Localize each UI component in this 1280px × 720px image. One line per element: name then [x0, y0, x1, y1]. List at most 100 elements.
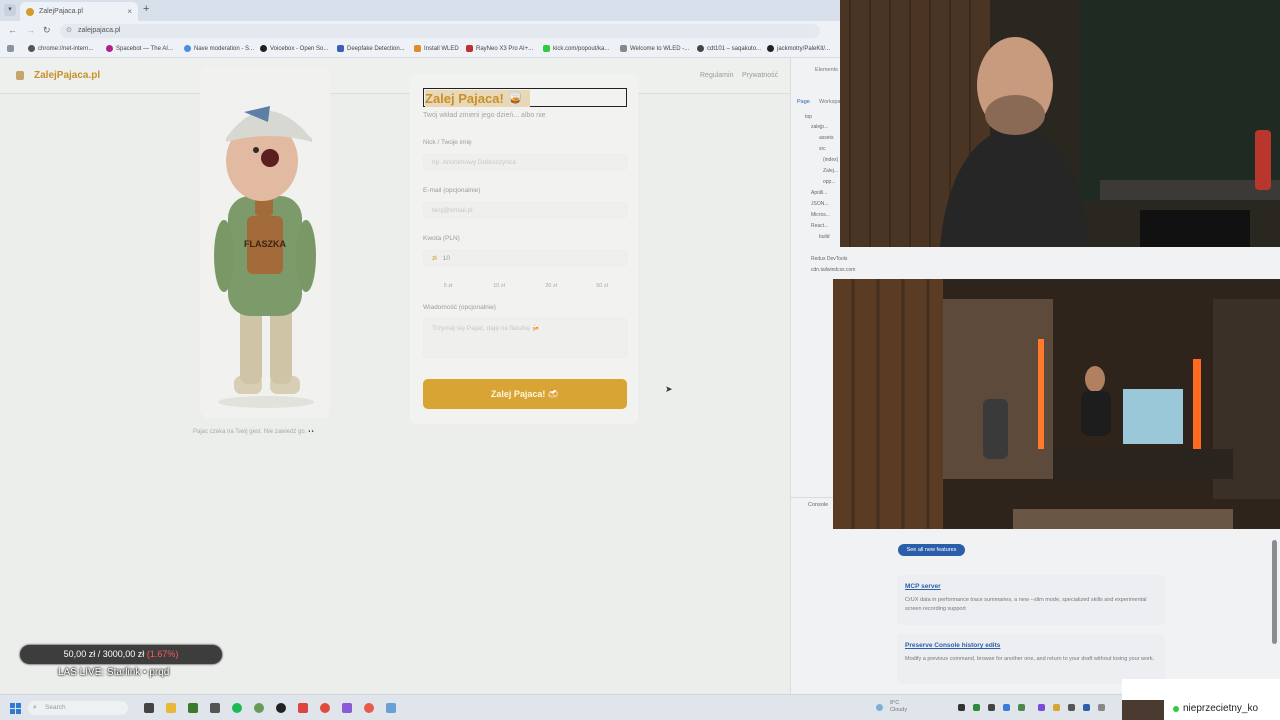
- mascot-bottle-label: FLASZKA: [244, 239, 286, 249]
- tray-icon[interactable]: [1083, 704, 1090, 711]
- tray-icon[interactable]: [988, 704, 995, 711]
- tree-item[interactable]: (index): [823, 157, 838, 163]
- tree-item[interactable]: build: [819, 234, 830, 240]
- quick-amount-50[interactable]: 50 zł: [579, 281, 625, 291]
- mascot-image: FLASZKA: [214, 106, 316, 408]
- windows-start-icon[interactable]: [10, 703, 21, 714]
- bookmark-2[interactable]: Spacebot — The AI...: [106, 45, 173, 52]
- windows-taskbar: ⌕ Search 8°C Cloudy: [0, 694, 1280, 720]
- nick-input[interactable]: np. Anonimowy Dobroczyńca: [423, 154, 627, 170]
- bookmark-10[interactable]: cdt101 – saqakuto...: [697, 45, 761, 52]
- tree-item[interactable]: src: [819, 146, 826, 152]
- app-icon[interactable]: [386, 703, 396, 713]
- submit-button[interactable]: Zalej Pajaca! 🍻: [423, 379, 627, 409]
- amount-input[interactable]: zł 10: [423, 250, 627, 266]
- live-title-text: LAS LIVE: Starlink • prqd: [58, 667, 170, 678]
- tree-item[interactable]: opp...: [823, 179, 836, 185]
- message-textarea[interactable]: Trzymaj się Pajac, daję na flaszkę 🍻: [423, 318, 627, 358]
- tree-item[interactable]: Redux DevTools: [811, 256, 847, 262]
- quick-amount-5[interactable]: 5 zł: [425, 281, 471, 291]
- webcam-bottom-image: [833, 279, 1280, 529]
- tree-item[interactable]: top: [805, 114, 812, 120]
- site-logo-text: ZalejPajaca.pl: [34, 70, 101, 81]
- app-icon[interactable]: [210, 703, 220, 713]
- streamer-name: nieprzecietny_ko: [1183, 703, 1259, 714]
- app-icon[interactable]: [364, 703, 374, 713]
- form-title-text: Zalej Pajaca! 🥃: [425, 89, 530, 107]
- chrome-icon[interactable]: [320, 703, 330, 713]
- url-text: zalejpajaca.pl: [78, 27, 121, 34]
- nav-link-prywatnosc[interactable]: Prywatność: [742, 72, 778, 79]
- tree-item[interactable]: Zalej...: [823, 168, 838, 174]
- console-tab[interactable]: Console: [808, 502, 828, 508]
- tree-item[interactable]: Apolli...: [811, 190, 827, 196]
- new-tab-button[interactable]: +: [143, 3, 149, 15]
- nav-link-regulamin[interactable]: Regulamin: [700, 72, 733, 79]
- tab-menu-button[interactable]: ▾: [4, 4, 16, 16]
- email-input[interactable]: twoj@email.pl: [423, 202, 627, 218]
- apps-icon[interactable]: [7, 45, 17, 52]
- tree-item[interactable]: JSON...: [811, 201, 829, 207]
- bookmark-9[interactable]: Welcome to WLED -...: [620, 45, 689, 52]
- bookmark-3[interactable]: Nave moderation - S...: [184, 45, 254, 52]
- feature-desc-mcp: CrUX data in performance trace summaries…: [905, 597, 1147, 612]
- tray-icon[interactable]: [1018, 704, 1025, 711]
- tray-icon[interactable]: [1053, 704, 1060, 711]
- tree-item[interactable]: cdn.tailwindcss.com: [811, 267, 855, 273]
- bottle-icon: [16, 71, 24, 80]
- quick-amount-10[interactable]: 10 zł: [476, 281, 522, 291]
- site-info-icon[interactable]: ⊙: [66, 24, 72, 38]
- bookmark-11[interactable]: jackmotry/PaleKit/...: [767, 45, 830, 52]
- bookmark-6[interactable]: Install WLED: [414, 45, 459, 52]
- form-title: Zalej Pajaca! 🥃: [423, 88, 627, 107]
- tab-close-icon[interactable]: ×: [127, 7, 132, 16]
- see-all-features-button[interactable]: See all new features: [898, 544, 965, 556]
- forward-icon[interactable]: →: [26, 25, 35, 35]
- tray-icon[interactable]: [958, 704, 965, 711]
- tray-icon[interactable]: [973, 704, 980, 711]
- app-icon[interactable]: [342, 703, 352, 713]
- tree-item[interactable]: assets: [819, 135, 833, 141]
- tray-icon[interactable]: [1038, 704, 1045, 711]
- tab-title: ZalejPajaca.pl: [39, 8, 83, 15]
- weather-icon[interactable]: [876, 704, 883, 711]
- feature-title-mcp[interactable]: MCP server: [905, 583, 941, 590]
- currency-symbol: zł: [432, 255, 437, 262]
- app-icon[interactable]: [254, 703, 264, 713]
- bookmark-1[interactable]: chrome://net-intern...: [28, 45, 93, 52]
- feature-card-console-history: Preserve Console history edits Modify a …: [897, 634, 1165, 684]
- tray-icon[interactable]: [1068, 704, 1075, 711]
- quick-amount-20[interactable]: 20 zł: [528, 281, 574, 291]
- mascot-card: FLASZKA: [200, 66, 330, 418]
- donation-form-card: [410, 74, 638, 424]
- site-logo[interactable]: ZalejPajaca.pl: [16, 70, 100, 81]
- tree-item[interactable]: Micros...: [811, 212, 830, 218]
- bookmark-4[interactable]: Voicebox - Open So...: [260, 45, 328, 52]
- message-label: Wiadomość (opcjonalnie): [423, 304, 496, 311]
- spotify-icon[interactable]: [232, 703, 242, 713]
- reload-icon[interactable]: ↻: [43, 25, 51, 36]
- file-explorer-icon[interactable]: [166, 703, 176, 713]
- devtools-tab-elements[interactable]: Elements: [815, 67, 838, 73]
- feature-title-console-history[interactable]: Preserve Console history edits: [905, 642, 1000, 649]
- taskbar-search-input[interactable]: ⌕ Search: [28, 701, 128, 715]
- bookmark-5[interactable]: Deepfake Detection...: [337, 45, 405, 52]
- bookmark-7[interactable]: RayNeo X3 Pro AI+...: [466, 45, 533, 52]
- url-input[interactable]: ⊙ zalejpajaca.pl: [60, 24, 820, 38]
- tree-item[interactable]: zalejp...: [811, 124, 828, 130]
- obs-icon[interactable]: [276, 703, 286, 713]
- tree-item[interactable]: React...: [811, 223, 828, 229]
- tab-active[interactable]: ZalejPajaca.pl ×: [20, 2, 138, 21]
- bookmark-8[interactable]: kick.com/popout/ka...: [543, 45, 609, 52]
- tray-icon[interactable]: [1098, 704, 1105, 711]
- app-icon[interactable]: [298, 703, 308, 713]
- favicon-icon: [26, 7, 34, 16]
- back-icon[interactable]: ←: [8, 25, 17, 35]
- devtools-scrollbar[interactable]: [1272, 540, 1277, 644]
- donation-goal: 3000,00 zł: [102, 649, 145, 659]
- weather-widget[interactable]: 8°C Cloudy: [890, 700, 907, 714]
- app-icon[interactable]: [188, 703, 198, 713]
- task-view-icon[interactable]: [144, 703, 154, 713]
- tray-icon[interactable]: [1003, 704, 1010, 711]
- devtools-tab-page[interactable]: Page: [797, 99, 810, 105]
